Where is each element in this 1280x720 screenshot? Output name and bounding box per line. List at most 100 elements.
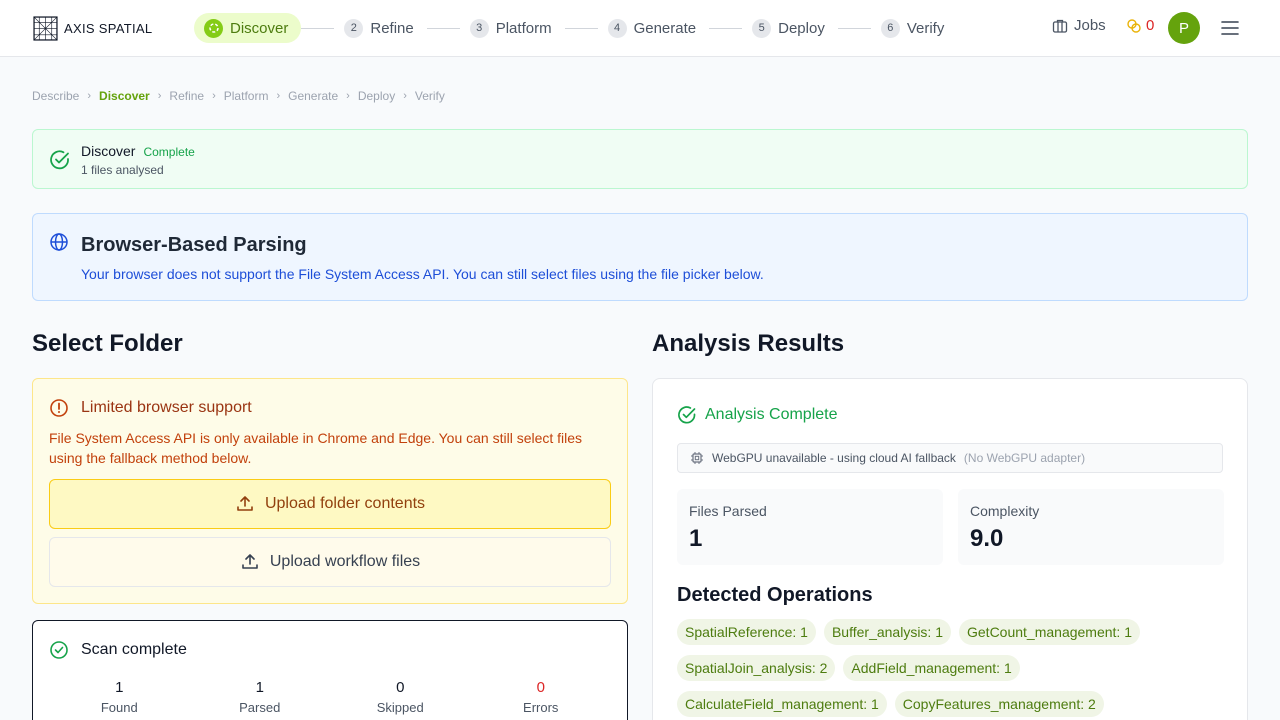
stat-parsed: 1 Parsed (190, 679, 331, 715)
operation-tag: SpatialReference: 1 (677, 619, 816, 645)
chevron-right-icon: › (346, 90, 350, 102)
step-label: Deploy (778, 19, 825, 37)
stat-value: 0 (536, 679, 545, 696)
stat-label: Skipped (376, 700, 424, 715)
stat-value: 1 (255, 679, 264, 696)
breadcrumb-discover[interactable]: Discover (99, 89, 150, 103)
analysis-results-title: Analysis Results (652, 330, 845, 357)
metric-label: Complexity (970, 503, 1040, 519)
chevron-right-icon: › (403, 90, 407, 102)
coins-icon (1127, 18, 1141, 33)
upload-files-label: Upload workflow files (269, 553, 421, 570)
scan-stats: 1 Found 1 Parsed 0 Skipped 0 Errors (49, 679, 611, 715)
credits-value: 0 (1146, 17, 1155, 34)
stat-skipped: 0 Skipped (330, 679, 471, 715)
detected-operations-title: Detected Operations (677, 584, 873, 606)
step-number: 2 (344, 18, 364, 38)
browser-parsing-banner: Browser-Based Parsing Your browser does … (32, 213, 1248, 301)
hamburger-menu-icon[interactable] (1220, 18, 1240, 38)
check-circle-icon (50, 641, 68, 659)
discover-complete-banner: Discover Complete 1 files analysed (32, 129, 1248, 189)
scan-title: Scan complete (81, 641, 187, 658)
jobs-label: Jobs (1074, 17, 1106, 34)
operations-list: SpatialReference: 1 Buffer_analysis: 1 G… (677, 619, 1237, 717)
breadcrumb-deploy[interactable]: Deploy (358, 89, 395, 103)
webgpu-note: WebGPU unavailable - using cloud AI fall… (677, 443, 1223, 473)
stat-value: 0 (396, 679, 405, 696)
operation-tag: Buffer_analysis: 1 (823, 619, 951, 645)
discover-title: Discover (81, 143, 136, 159)
step-connector (426, 27, 460, 29)
step-number: 5 (752, 18, 772, 38)
step-discover[interactable]: Discover (194, 13, 302, 43)
step-refine[interactable]: 2 Refine (334, 13, 426, 43)
chip-icon (691, 452, 703, 464)
webgpu-note-detail: (No WebGPU adapter) (963, 451, 1086, 465)
stat-label: Errors (523, 700, 559, 715)
step-label: Platform (495, 19, 552, 37)
analysis-status: Analysis Complete (677, 405, 838, 425)
analysis-results-card: Analysis Complete WebGPU unavailable - u… (652, 378, 1248, 720)
operation-tag: SpatialJoin_analysis: 2 (677, 655, 836, 681)
operation-tag: AddField_management: 1 (843, 655, 1020, 681)
breadcrumb-platform[interactable]: Platform (224, 89, 269, 103)
step-verify[interactable]: 6 Verify (871, 13, 958, 43)
step-label: Discover (230, 19, 289, 37)
files-analysed-text: 1 files analysed (81, 163, 164, 177)
files-parsed-metric: Files Parsed 1 (677, 489, 943, 565)
top-navigation-bar: AXIS SPATIAL Discover 2 Refine 3 Platfor… (0, 0, 1280, 57)
logo[interactable]: AXIS SPATIAL (33, 15, 152, 41)
step-deploy[interactable]: 5 Deploy (742, 13, 838, 43)
stat-errors: 0 Errors (471, 679, 612, 715)
avatar[interactable]: P (1168, 12, 1200, 44)
banner-text: Your browser does not support the File S… (81, 266, 764, 282)
upload-icon (237, 496, 253, 511)
logo-text: AXIS SPATIAL (64, 20, 153, 36)
breadcrumb-describe[interactable]: Describe (32, 89, 79, 103)
scan-complete-card: Scan complete 1 Found 1 Parsed 0 Skipped… (32, 620, 628, 720)
globe-icon (50, 233, 68, 251)
status-badge: Complete (143, 145, 195, 159)
chevron-right-icon: › (212, 90, 216, 102)
upload-folder-label: Upload folder contents (264, 495, 426, 512)
warning-text: File System Access API is only available… (49, 430, 583, 466)
stat-label: Found (100, 700, 138, 715)
workflow-stepper: Discover 2 Refine 3 Platform 4 Generate … (194, 13, 957, 43)
chevron-right-icon: › (157, 90, 162, 102)
upload-files-button[interactable]: Upload workflow files (49, 537, 611, 587)
stat-value: 1 (115, 679, 124, 696)
step-platform[interactable]: 3 Platform (460, 13, 565, 43)
upload-folder-button[interactable]: Upload folder contents (49, 479, 611, 529)
metric-value: 9.0 (970, 525, 1004, 552)
spinner-icon (204, 18, 223, 38)
webgpu-note-text: WebGPU unavailable - using cloud AI fall… (712, 451, 956, 465)
warning-title: Limited browser support (81, 399, 252, 416)
metric-label: Files Parsed (689, 503, 767, 519)
step-number: 4 (607, 18, 627, 38)
step-label: Refine (370, 19, 414, 37)
banner-title: Browser-Based Parsing (81, 234, 307, 256)
upload-icon (242, 554, 258, 569)
chevron-right-icon: › (276, 90, 281, 102)
step-generate[interactable]: 4 Generate (598, 13, 710, 43)
step-number: 6 (880, 18, 900, 38)
breadcrumb: Describe › Discover › Refine › Platform … (32, 89, 445, 103)
step-number: 3 (469, 18, 489, 38)
jobs-button[interactable]: Jobs (1052, 17, 1106, 34)
credits-counter[interactable]: 0 (1126, 17, 1154, 34)
breadcrumb-verify[interactable]: Verify (415, 89, 445, 103)
step-connector (301, 27, 335, 29)
limited-support-card: Limited browser support File System Acce… (32, 378, 628, 604)
step-label: Generate (633, 19, 697, 37)
operation-tag: GetCount_management: 1 (959, 619, 1140, 645)
select-folder-title: Select Folder (32, 330, 183, 357)
alert-circle-icon (50, 399, 68, 417)
step-connector (709, 27, 743, 29)
check-circle-icon (678, 406, 696, 424)
breadcrumb-refine[interactable]: Refine (169, 89, 204, 103)
breadcrumb-generate[interactable]: Generate (288, 89, 338, 103)
stat-found: 1 Found (49, 679, 190, 715)
briefcase-icon (1052, 19, 1068, 33)
discover-status: Discover Complete (81, 143, 195, 159)
operation-tag: CalculateField_management: 1 (677, 691, 887, 717)
